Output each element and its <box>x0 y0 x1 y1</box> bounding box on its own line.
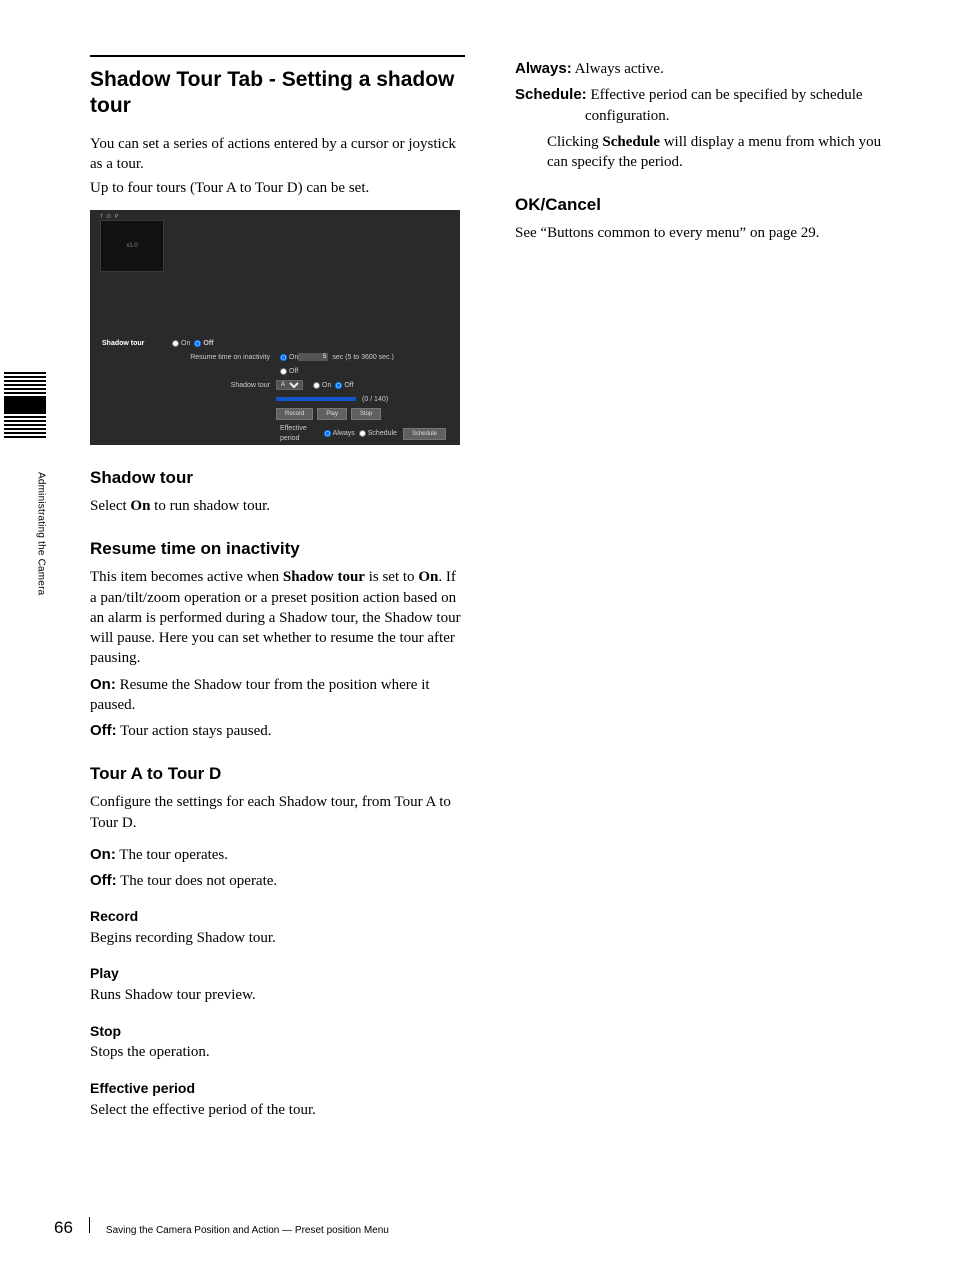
panel-eff-always-radio[interactable] <box>324 430 331 437</box>
sidebar-section-label: Administrating the Camera <box>34 472 48 595</box>
panel-progress-text: (0 / 140) <box>362 395 388 404</box>
panel-off-text-3: Off <box>344 381 353 390</box>
panel-off-text-2: Off <box>289 367 298 376</box>
panel-play-button[interactable]: Play <box>317 408 347 420</box>
panel-off-text: Off <box>203 339 213 348</box>
heading-play: Play <box>90 964 465 983</box>
panel-tour-off-radio[interactable] <box>335 382 342 389</box>
def-always: Always: Always active. <box>515 59 890 79</box>
panel-resume-on-radio[interactable] <box>280 354 287 361</box>
panel-on-text-3: On <box>322 381 331 390</box>
heading-shadowtour: Shadow tour <box>90 467 465 490</box>
heading-resume: Resume time on inactivity <box>90 538 465 561</box>
panel-zoom-text: x1.0 <box>126 242 137 250</box>
page-number: 66 <box>54 1217 73 1240</box>
panel-on-text: On <box>181 339 190 348</box>
para-resume: This item becomes active when Shadow tou… <box>90 567 465 668</box>
para-record: Begins recording Shadow tour. <box>90 928 465 948</box>
panel-tour-on-radio[interactable] <box>313 382 320 389</box>
left-column: Shadow Tour Tab - Setting a shadow tour … <box>90 55 465 1124</box>
panel-tour-select[interactable]: A <box>276 380 303 390</box>
panel-label-shadowtour: Shadow tour <box>100 339 168 348</box>
panel-shadowtour-on-radio[interactable] <box>172 340 179 347</box>
panel-resume-off-radio[interactable] <box>280 368 287 375</box>
panel-record-button[interactable]: Record <box>276 408 313 420</box>
panel-label-resume: Resume time on inactivity <box>100 353 276 362</box>
intro-line-1: You can set a series of actions entered … <box>90 134 465 175</box>
heading-effperiod: Effective period <box>90 1079 465 1098</box>
intro-line-2: Up to four tours (Tour A to Tour D) can … <box>90 178 465 198</box>
heading-okcancel: OK/Cancel <box>515 194 890 217</box>
panel-label-effperiod: Effective period <box>280 424 320 443</box>
heading-record: Record <box>90 907 465 926</box>
right-column: Always: Always active. Schedule: Effecti… <box>515 55 890 1124</box>
para-okcancel: See “Buttons common to every menu” on pa… <box>515 223 890 243</box>
footer-text: Saving the Camera Position and Action — … <box>106 1224 389 1238</box>
para-effperiod: Select the effective period of the tour. <box>90 1100 465 1120</box>
def-resume-on: On: Resume the Shadow tour from the posi… <box>90 675 465 716</box>
panel-eff-schedule-radio[interactable] <box>359 430 366 437</box>
settings-panel-screenshot: T D P x1.0 Shadow tour On Off Resume tim… <box>90 210 460 445</box>
para-play: Runs Shadow tour preview. <box>90 985 465 1005</box>
panel-label-tour: Shadow tour <box>100 381 276 390</box>
def-schedule: Schedule: Effective period can be specif… <box>515 85 890 126</box>
def-resume-off: Off: Tour action stays paused. <box>90 721 465 741</box>
heading-tourad: Tour A to Tour D <box>90 763 465 786</box>
panel-progress-bar <box>276 397 356 401</box>
panel-resume-unit: sec (5 to 3600 sec.) <box>332 353 393 362</box>
panel-eff-schedule-text: Schedule <box>368 429 397 438</box>
para-stop: Stops the operation. <box>90 1042 465 1062</box>
heading-main: Shadow Tour Tab - Setting a shadow tour <box>90 55 465 120</box>
panel-shadowtour-off-radio[interactable] <box>194 340 201 347</box>
footer-separator <box>89 1217 90 1233</box>
sidebar-index-bars <box>4 372 46 442</box>
def-tourad-on: On: The tour operates. <box>90 845 465 865</box>
panel-on-text-2: On <box>289 353 298 362</box>
para-schedule-click: Clicking Schedule will display a menu fr… <box>547 132 890 173</box>
panel-stop-button[interactable]: Stop <box>351 408 381 420</box>
panel-preview-box: x1.0 <box>100 220 164 272</box>
heading-stop: Stop <box>90 1022 465 1041</box>
para-shadowtour: Select On to run shadow tour. <box>90 496 465 516</box>
panel-resume-value[interactable]: 5 <box>298 353 328 361</box>
panel-eff-schedule-button[interactable]: Schedule <box>403 428 446 440</box>
para-tourad: Configure the settings for each Shadow t… <box>90 792 465 833</box>
panel-eff-always-text: Always <box>333 429 355 438</box>
page-footer: 66 Saving the Camera Position and Action… <box>54 1217 389 1240</box>
def-tourad-off: Off: The tour does not operate. <box>90 871 465 891</box>
